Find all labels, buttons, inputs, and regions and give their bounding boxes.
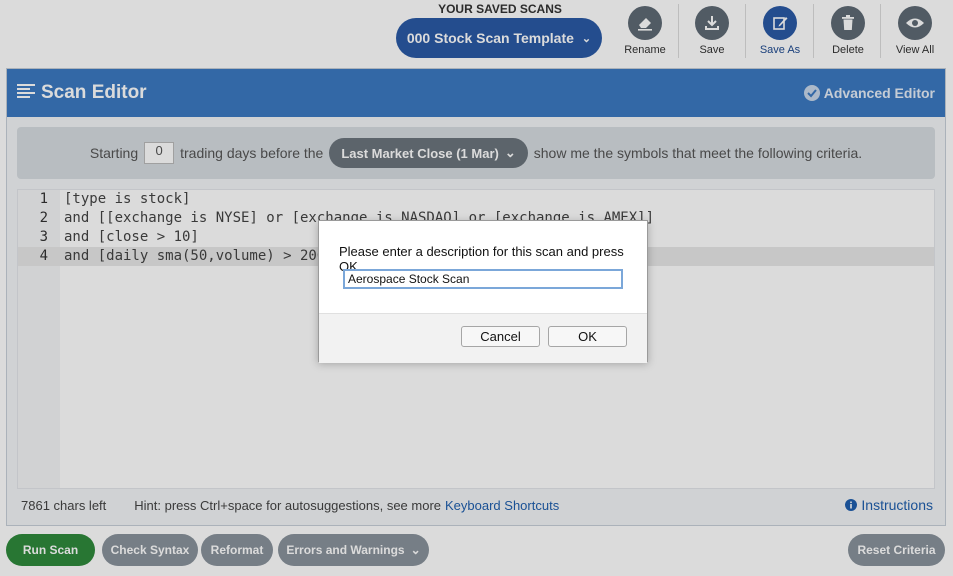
ok-button[interactable]: OK [548, 326, 627, 347]
dialog-footer: Cancel OK [319, 313, 647, 363]
description-input[interactable] [343, 269, 623, 289]
description-dialog: Please enter a description for this scan… [318, 220, 648, 363]
cancel-button[interactable]: Cancel [461, 326, 540, 347]
